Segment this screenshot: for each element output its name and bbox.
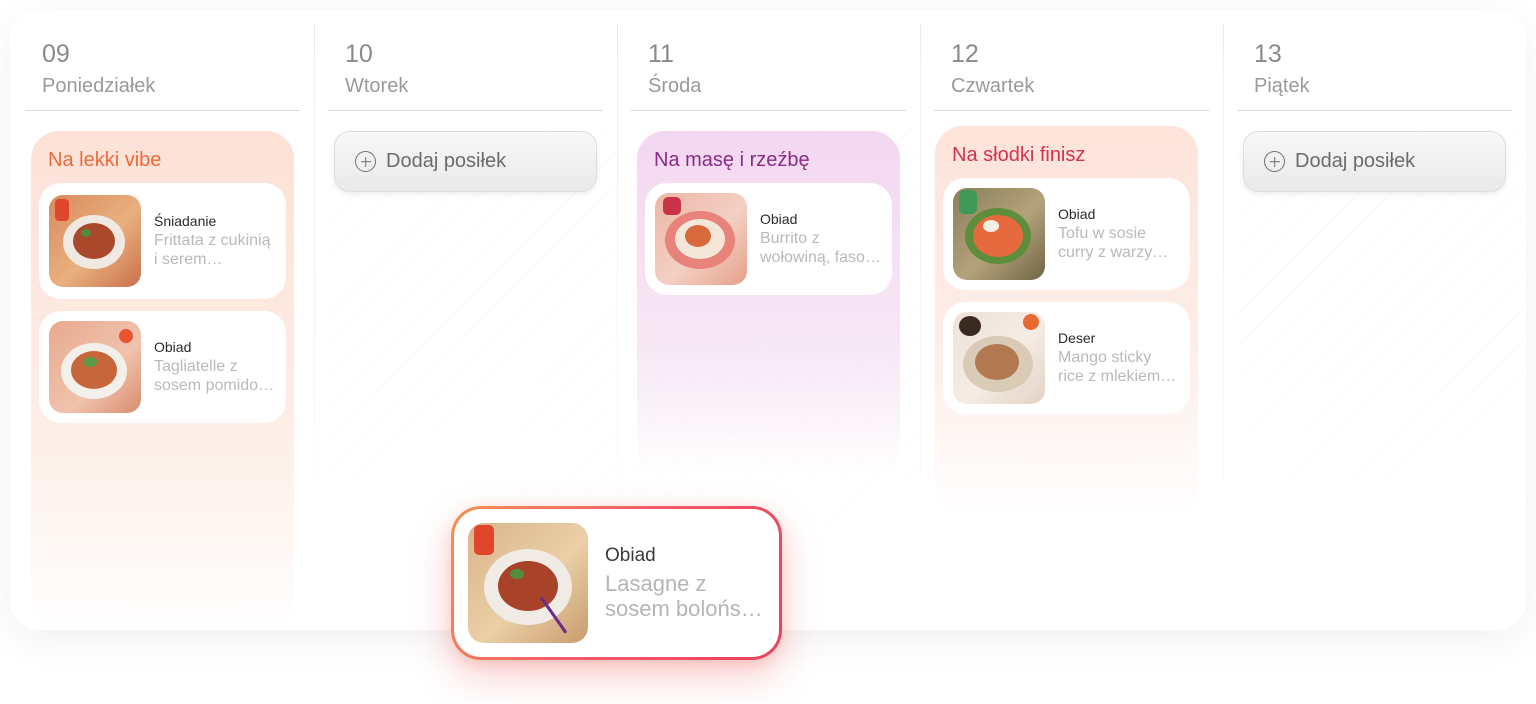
meal-type: Obiad: [1058, 206, 1096, 222]
meal-photo: [49, 195, 141, 287]
day-name: Czwartek: [951, 75, 1035, 97]
meal-name: Frittata z cukinią i serem…: [154, 232, 271, 268]
add-meal-button[interactable]: Dodaj posiłek: [334, 131, 597, 192]
empty-drop-zone: [1237, 128, 1524, 598]
meal-card[interactable]: Obiad Tofu w sosie curry z warzy…: [943, 178, 1190, 290]
column-divider: [920, 24, 921, 584]
meal-type: Obiad: [605, 545, 656, 566]
day-name: Wtorek: [345, 75, 409, 97]
day-number: 09: [42, 40, 70, 68]
meal-photo: [953, 188, 1045, 280]
meal-plan-card[interactable]: Na słodki finisz Obiad Tofu w sosie curr…: [935, 126, 1198, 516]
meal-name: Mango sticky rice z mlekiem…: [1058, 349, 1177, 385]
meal-card[interactable]: Deser Mango sticky rice z mlekiem…: [943, 302, 1190, 414]
day-header: 13 Piątek: [1237, 24, 1512, 111]
day-header: 11 Środa: [631, 24, 906, 111]
meal-type: Deser: [1058, 330, 1096, 346]
meal-photo: [953, 312, 1045, 404]
day-header: 12 Czwartek: [934, 24, 1209, 111]
meal-plan-card[interactable]: Na lekki vibe Śniadanie Frittata z cukin…: [31, 131, 294, 630]
day-column-thursday: 12 Czwartek Na słodki finisz Obiad Tofu …: [934, 24, 1221, 630]
day-number: 11: [648, 40, 674, 68]
plus-circle-icon: [355, 151, 376, 172]
meal-type: Obiad: [760, 211, 798, 227]
column-divider: [314, 24, 315, 584]
day-name: Poniedziałek: [42, 75, 156, 97]
meal-card[interactable]: Obiad Burrito z wołowiną, faso…: [645, 183, 892, 295]
meal-photo: [655, 193, 747, 285]
meal-name: Burrito z wołowiną, faso…: [760, 230, 881, 266]
meal-photo: [49, 321, 141, 413]
meal-name: Tagliatelle z sosem pomido…: [154, 358, 275, 394]
meal-type: Obiad: [154, 339, 192, 355]
day-name: Środa: [648, 75, 702, 97]
meal-card[interactable]: Obiad Tagliatelle z sosem pomido…: [39, 311, 286, 423]
dragged-meal-card[interactable]: Obiad Lasagne z sosem bolońs…: [451, 506, 782, 660]
plan-title: Na lekki vibe: [48, 149, 162, 171]
day-number: 13: [1254, 40, 1282, 68]
meal-name: Tofu w sosie curry z warzy…: [1058, 225, 1169, 261]
day-number: 10: [345, 40, 373, 68]
add-meal-label: Dodaj posiłek: [386, 150, 507, 172]
column-divider: [1223, 24, 1224, 584]
meal-photo: [468, 523, 588, 643]
meal-plan-card[interactable]: Na masę i rzeźbę Obiad Burrito z wołowin…: [637, 131, 900, 476]
plan-title: Na słodki finisz: [952, 144, 1086, 166]
column-divider: [617, 24, 618, 584]
plus-circle-icon: [1264, 151, 1285, 172]
day-number: 12: [951, 40, 979, 68]
day-name: Piątek: [1254, 75, 1310, 97]
plan-title: Na masę i rzeźbę: [654, 149, 810, 171]
add-meal-button[interactable]: Dodaj posiłek: [1243, 131, 1506, 192]
add-meal-label: Dodaj posiłek: [1295, 150, 1416, 172]
meal-card[interactable]: Śniadanie Frittata z cukinią i serem…: [39, 183, 286, 299]
day-header: 10 Wtorek: [328, 24, 603, 111]
day-column-friday: 13 Piątek Dodaj posiłek: [1237, 24, 1524, 630]
day-column-monday: 09 Poniedziałek Na lekki vibe Śniadanie …: [25, 24, 312, 630]
meal-name: Lasagne z sosem bolońs…: [605, 571, 763, 621]
day-header: 09 Poniedziałek: [25, 24, 300, 111]
meal-type: Śniadanie: [154, 213, 217, 229]
